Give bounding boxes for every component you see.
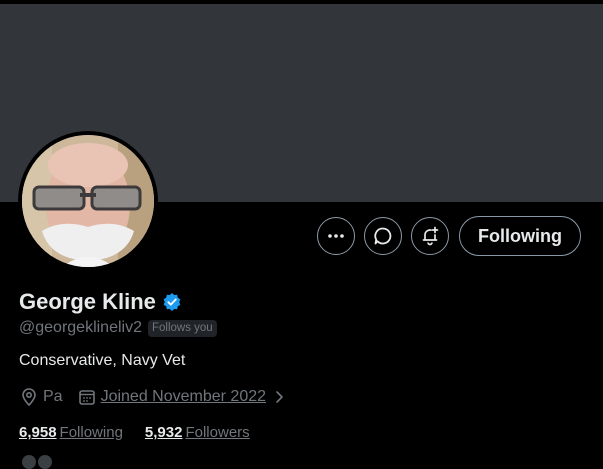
follow-stats: 6,958 Following 5,932 Followers xyxy=(19,424,272,441)
profile-handle: @georgeklineliv2 xyxy=(19,319,142,336)
profile-meta: Pa Joined November 2022 xyxy=(19,387,302,407)
verified-badge-icon[interactable] xyxy=(162,292,182,312)
more-horizontal-icon xyxy=(328,234,344,238)
following-button[interactable]: Following xyxy=(459,216,581,256)
follows-you-badge: Follows you xyxy=(147,319,217,337)
location-pin-icon xyxy=(22,388,36,407)
avatar-photo xyxy=(22,135,154,267)
followers-count[interactable]: 5,932 xyxy=(145,424,183,441)
more-button[interactable] xyxy=(317,217,356,255)
avatar[interactable] xyxy=(18,131,158,271)
calendar-icon xyxy=(78,390,95,405)
mini-avatar xyxy=(38,455,52,469)
followers-stat[interactable]: 5,932 Followers xyxy=(145,424,250,441)
profile-bio: Conservative, Navy Vet xyxy=(19,352,186,369)
following-count[interactable]: 6,958 xyxy=(19,424,57,441)
followers-label[interactable]: Followers xyxy=(185,424,249,441)
chevron-right-icon[interactable] xyxy=(272,387,288,407)
profile-name: George Kline xyxy=(19,289,156,314)
profile-name-row: George Kline xyxy=(19,289,182,315)
joined-item[interactable]: Joined November 2022 xyxy=(77,387,288,407)
location-item: Pa xyxy=(19,387,63,407)
message-bubble-icon xyxy=(374,227,392,245)
location-text: Pa xyxy=(43,388,63,405)
handle-row: @georgeklineliv2 Follows you xyxy=(19,319,217,337)
message-button[interactable] xyxy=(364,217,403,255)
bell-plus-icon xyxy=(422,226,439,246)
profile-actions: Following xyxy=(317,216,581,256)
followed-by-avatars[interactable] xyxy=(22,455,52,469)
joined-date[interactable]: Joined November 2022 xyxy=(101,388,266,406)
following-label[interactable]: Following xyxy=(60,424,123,441)
mini-avatar xyxy=(22,455,36,469)
following-stat[interactable]: 6,958 Following xyxy=(19,424,123,441)
notify-button[interactable] xyxy=(411,217,450,255)
